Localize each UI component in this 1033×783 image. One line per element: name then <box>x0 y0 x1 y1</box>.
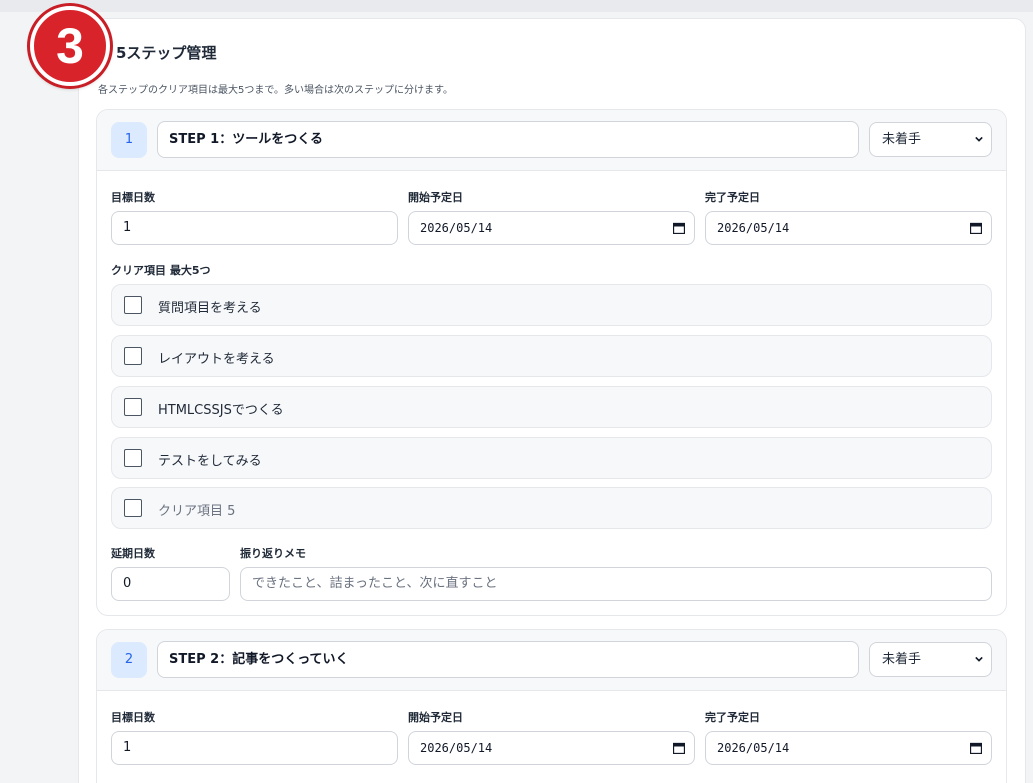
memo-placeholder: できたこと、詰まったこと、次に直すこと <box>252 576 498 591</box>
top-strip <box>0 0 1033 12</box>
checkbox[interactable] <box>124 398 142 416</box>
delay-days-label: 延期日数 <box>111 547 155 560</box>
chevron-down-icon <box>975 136 983 142</box>
checkbox[interactable] <box>124 499 142 517</box>
checklist-item: 質問項目を考える <box>111 284 992 326</box>
status-value: 未着手 <box>882 132 922 147</box>
chevron-down-icon <box>975 656 983 662</box>
start-date-value: 2026/05/14 <box>420 221 493 235</box>
end-date-label: 完了予定日 <box>705 191 760 204</box>
start-date-value: 2026/05/14 <box>420 741 493 755</box>
step-header: 1 STEP 1：ツールをつくる 未着手 <box>97 110 1006 171</box>
checklist-item: HTMLCSSJSでつくる <box>111 386 992 428</box>
checkbox[interactable] <box>124 296 142 314</box>
target-days-value: 1 <box>123 220 132 235</box>
start-date-label: 開始予定日 <box>408 711 463 724</box>
step-card-1: 1 STEP 1：ツールをつくる 未着手 目標日数 開始予定日 完了予定日 1 … <box>96 109 1007 616</box>
step-card-2: 2 STEP 2：記事をつくっていく 未着手 目標日数 開始予定日 完了予定日 … <box>96 629 1007 783</box>
step-header: 2 STEP 2：記事をつくっていく 未着手 <box>97 630 1006 691</box>
step-badge: 3 <box>30 6 110 86</box>
status-select[interactable]: 未着手 <box>869 642 992 677</box>
step-title-input[interactable]: STEP 2：記事をつくっていく <box>157 641 859 678</box>
calendar-icon[interactable] <box>673 222 685 234</box>
checklist-item: レイアウトを考える <box>111 335 992 377</box>
page-title: 5ステップ管理 <box>116 44 217 62</box>
start-date-label: 開始予定日 <box>408 191 463 204</box>
target-days-label: 目標日数 <box>111 711 155 724</box>
start-date-input[interactable]: 2026/05/14 <box>408 731 695 765</box>
end-date-input[interactable]: 2026/05/14 <box>705 731 992 765</box>
checklist-label: クリア項目 最大5つ <box>111 264 211 277</box>
calendar-icon[interactable] <box>970 222 982 234</box>
checklist-item: テストをしてみる <box>111 437 992 479</box>
target-days-input[interactable]: 1 <box>111 211 398 245</box>
start-date-input[interactable]: 2026/05/14 <box>408 211 695 245</box>
checklist-item: クリア項目 5 <box>111 487 992 529</box>
end-date-input[interactable]: 2026/05/14 <box>705 211 992 245</box>
checklist-item-text[interactable]: レイアウトを考える <box>158 348 275 367</box>
checklist-item-text[interactable]: 質問項目を考える <box>158 297 262 316</box>
panel-subtitle: 各ステップのクリア項目は最大5つまで。多い場合は次のステップに分けます。 <box>98 85 453 96</box>
delay-days-input[interactable]: 0 <box>111 567 230 601</box>
panel-title: 5ステップ管理 <box>104 42 216 63</box>
step-title-input[interactable]: STEP 1：ツールをつくる <box>157 121 859 158</box>
status-select[interactable]: 未着手 <box>869 122 992 157</box>
target-days-input[interactable]: 1 <box>111 731 398 765</box>
delay-days-value: 0 <box>123 576 132 591</box>
end-date-value: 2026/05/14 <box>717 741 790 755</box>
calendar-icon[interactable] <box>673 742 685 754</box>
end-date-label: 完了予定日 <box>705 711 760 724</box>
memo-input[interactable]: できたこと、詰まったこと、次に直すこと <box>240 567 992 601</box>
calendar-icon[interactable] <box>970 742 982 754</box>
checklist-item-placeholder[interactable]: クリア項目 5 <box>158 500 235 519</box>
checkbox[interactable] <box>124 347 142 365</box>
target-days-value: 1 <box>123 740 132 755</box>
checklist-item-text[interactable]: テストをしてみる <box>158 450 262 469</box>
checklist-item-text[interactable]: HTMLCSSJSでつくる <box>158 399 284 418</box>
target-days-label: 目標日数 <box>111 191 155 204</box>
step-number: 1 <box>111 122 147 158</box>
step-number: 2 <box>111 642 147 678</box>
status-value: 未着手 <box>882 652 922 667</box>
memo-label: 振り返りメモ <box>240 547 306 560</box>
checkbox[interactable] <box>124 449 142 467</box>
end-date-value: 2026/05/14 <box>717 221 790 235</box>
